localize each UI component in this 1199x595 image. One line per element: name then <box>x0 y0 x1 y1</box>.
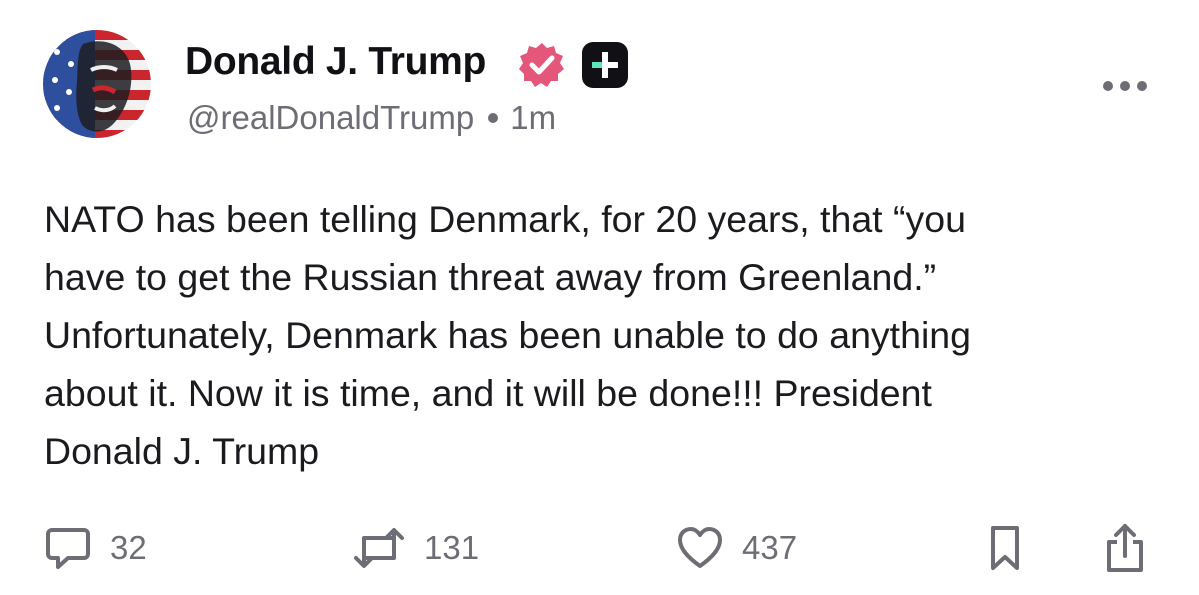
separator-dot <box>488 113 499 124</box>
repost-icon <box>354 528 404 568</box>
reply-button[interactable]: 32 <box>44 520 147 576</box>
post-meta: @realDonaldTrump 1m <box>187 99 556 137</box>
more-options-icon[interactable] <box>1100 74 1150 98</box>
author-display-name[interactable]: Donald J. Trump <box>185 40 486 84</box>
share-icon <box>1107 524 1143 572</box>
like-count: 437 <box>742 529 798 566</box>
bookmark-icon <box>991 526 1019 570</box>
post-text: NATO has been telling Denmark, for 20 ye… <box>44 198 971 472</box>
comment-icon <box>46 528 90 569</box>
avatar[interactable] <box>43 30 151 138</box>
reply-count: 32 <box>110 529 147 566</box>
plus-badge-icon[interactable] <box>580 40 630 90</box>
repost-count: 131 <box>424 529 480 566</box>
heart-icon <box>678 527 722 568</box>
author-handle[interactable]: @realDonaldTrump <box>187 99 474 136</box>
share-button[interactable] <box>1103 520 1147 576</box>
repost-button[interactable]: 131 <box>352 520 479 576</box>
bookmark-button[interactable] <box>985 520 1025 576</box>
post-timestamp[interactable]: 1m <box>510 99 556 136</box>
verified-badge-icon <box>517 40 567 90</box>
avatar-image <box>43 30 151 138</box>
like-button[interactable]: 437 <box>676 520 797 576</box>
